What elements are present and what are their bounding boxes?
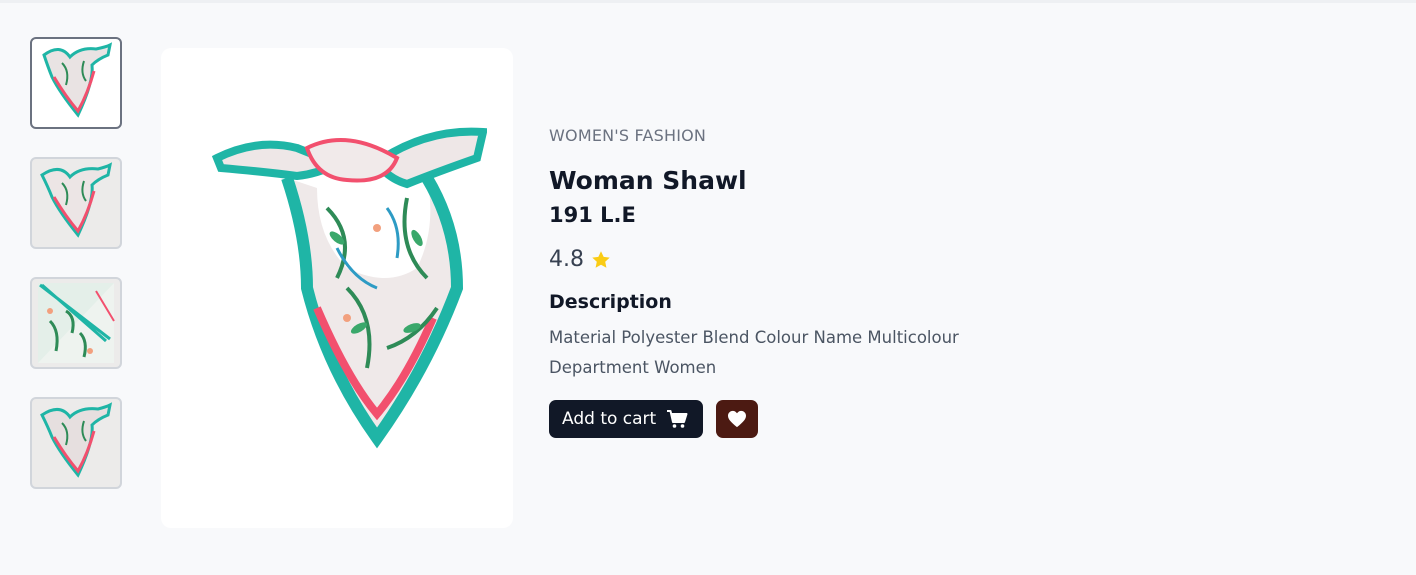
- star-icon: [592, 250, 610, 268]
- description-text: Material Polyester Blend Colour Name Mul…: [549, 328, 959, 377]
- rating-value: 4.8: [549, 247, 584, 272]
- product-category: WOMEN'S FASHION: [549, 126, 707, 145]
- thumbnail-1[interactable]: [30, 37, 122, 129]
- shawl-thumbnail-image: [40, 162, 113, 238]
- add-to-cart-button[interactable]: Add to cart: [549, 400, 704, 438]
- add-to-cart-label: Add to cart: [562, 409, 657, 429]
- thumbnail-2[interactable]: [30, 157, 122, 249]
- top-divider: [0, 0, 1416, 3]
- product-rating: 4.8: [549, 247, 1069, 272]
- shopping-cart-icon: [667, 410, 688, 428]
- thumbnail-4[interactable]: [30, 397, 122, 489]
- description-heading: Description: [549, 291, 672, 313]
- product-price: 191 L.E: [549, 203, 636, 227]
- shawl-thumbnail-image: [42, 42, 113, 118]
- thumbnail-list: [30, 37, 126, 517]
- shawl-image: [211, 127, 487, 449]
- shawl-thumbnail-image: [40, 402, 113, 478]
- product-info: WOMEN'S FASHION Woman Shawl 191 L.E 4.8 …: [549, 126, 1069, 438]
- product-actions: Add to cart: [549, 400, 1069, 438]
- shawl-thumbnail-image: [38, 283, 115, 363]
- heart-icon: [728, 410, 747, 428]
- main-product-image: [161, 48, 513, 528]
- wishlist-button[interactable]: [716, 400, 759, 438]
- product-title: Woman Shawl: [549, 166, 747, 195]
- thumbnail-3[interactable]: [30, 277, 122, 369]
